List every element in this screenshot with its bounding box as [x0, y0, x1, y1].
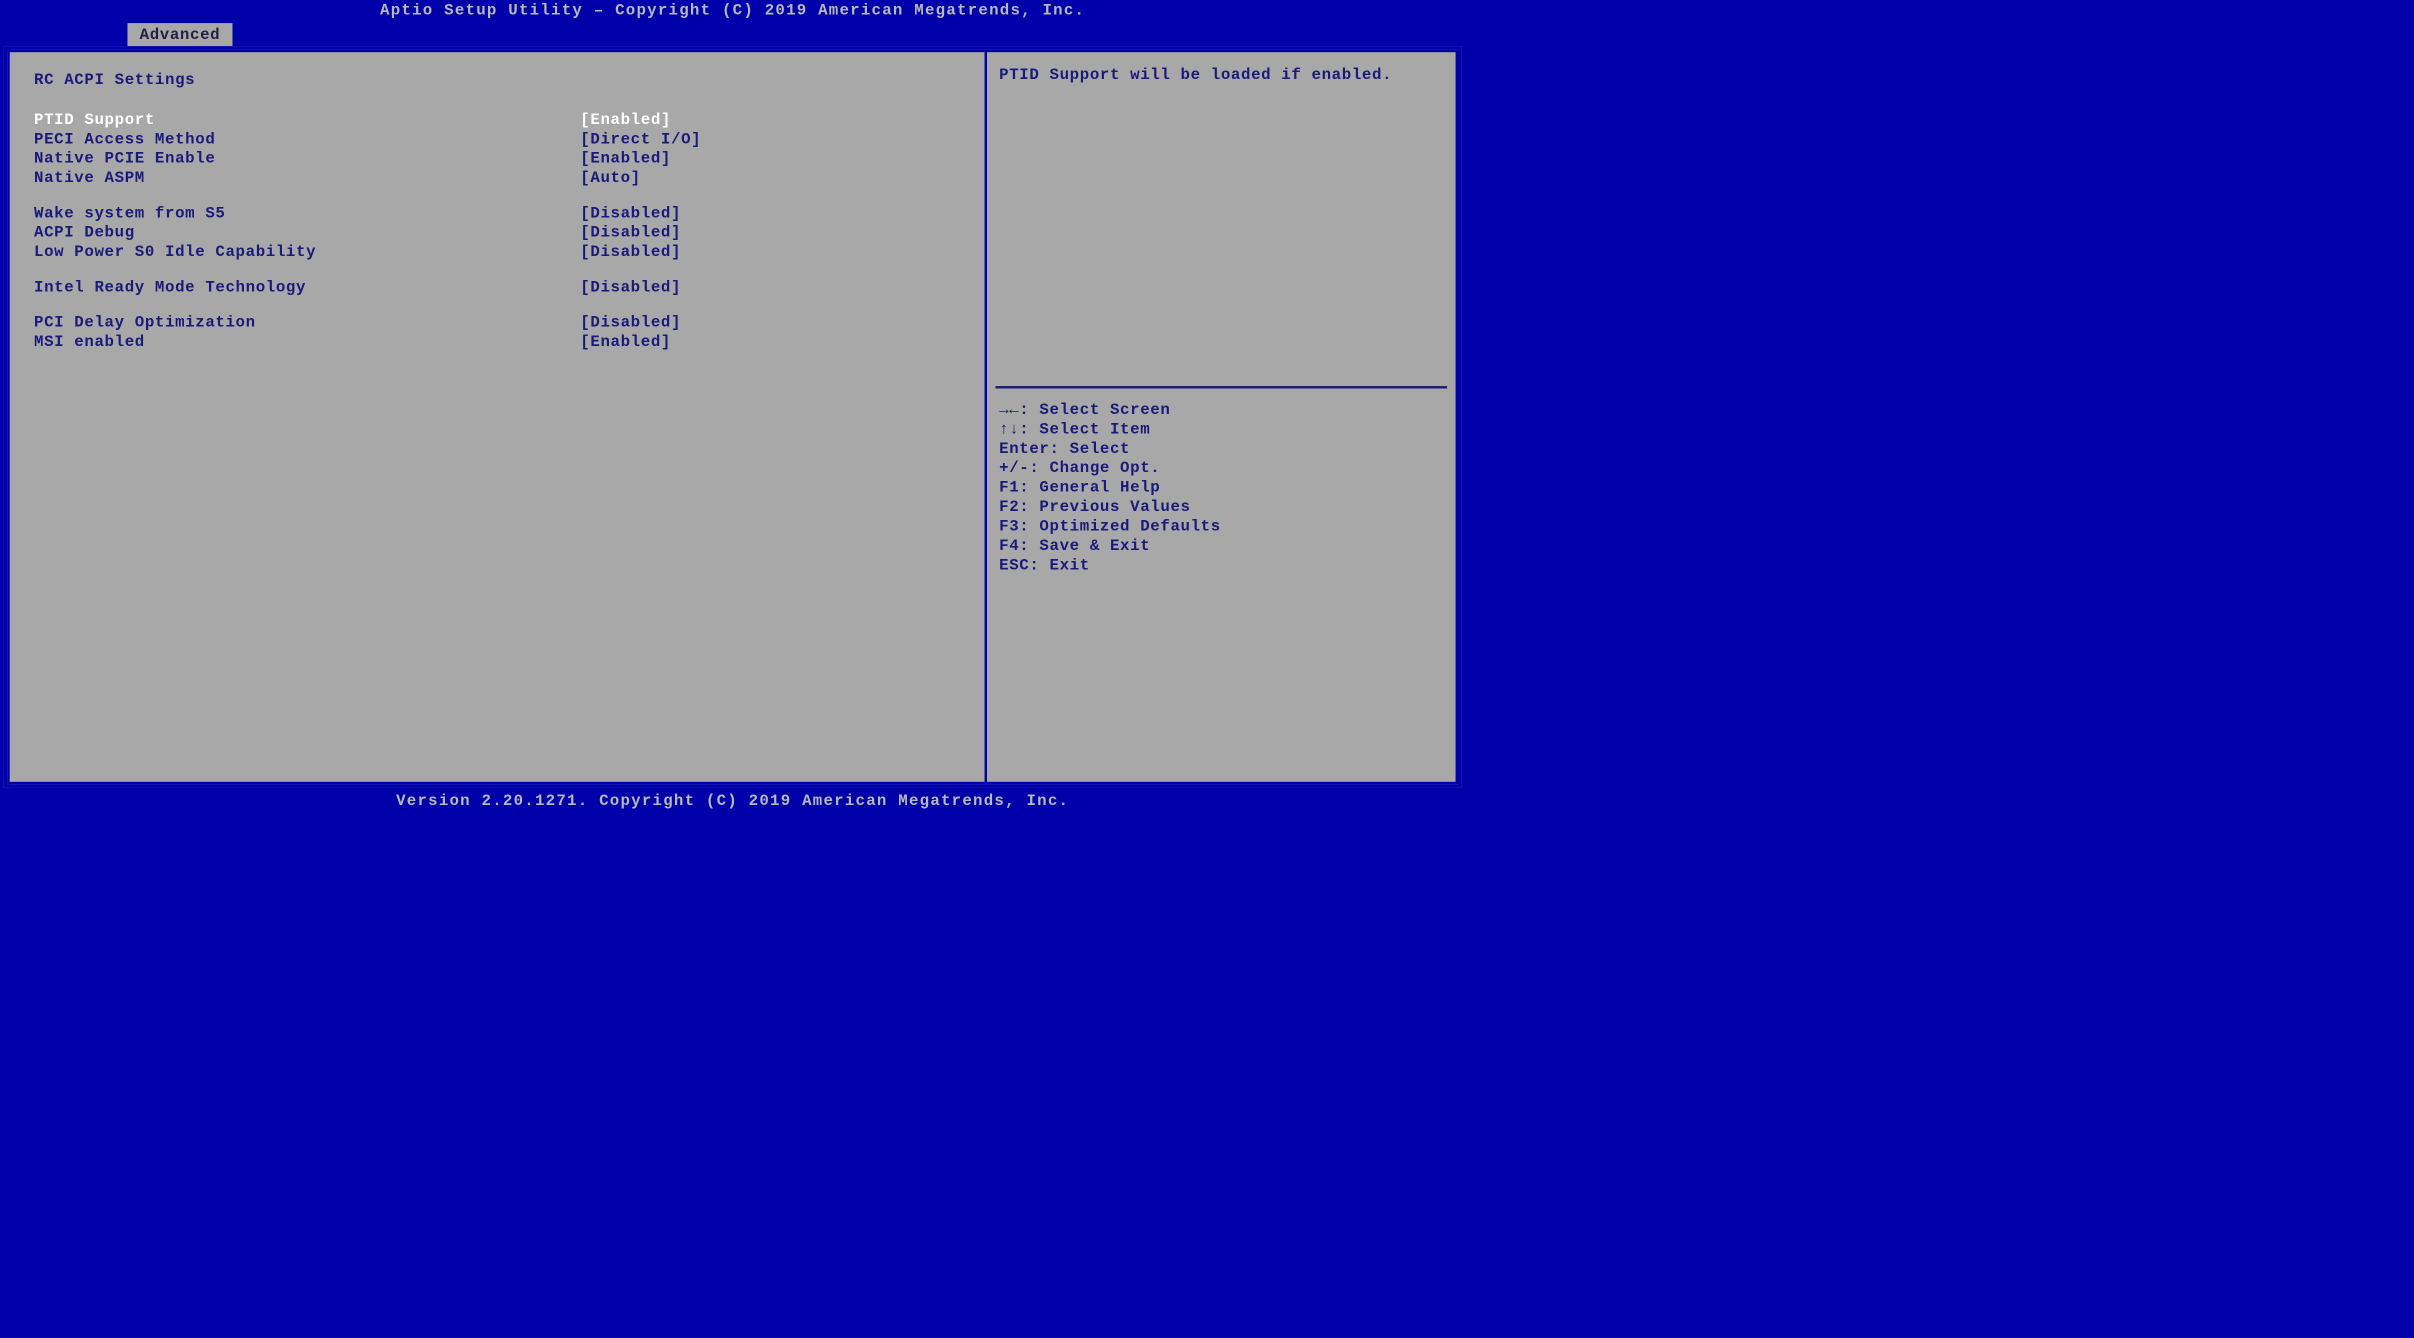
- settings-panel: RC ACPI Settings PTID Support[Enabled]PE…: [7, 50, 984, 784]
- key-help-line: F2: Previous Values: [999, 498, 1443, 516]
- setting-label: Native ASPM: [34, 169, 580, 187]
- setting-label: PECI Access Method: [34, 130, 580, 148]
- tab-advanced[interactable]: Advanced: [127, 23, 232, 46]
- setting-row[interactable]: MSI enabled[Enabled]: [34, 333, 960, 351]
- section-title: RC ACPI Settings: [34, 70, 960, 88]
- setting-label: MSI enabled: [34, 333, 580, 351]
- setting-row[interactable]: Low Power S0 Idle Capability[Disabled]: [34, 243, 960, 261]
- setting-value[interactable]: [Disabled]: [580, 243, 960, 261]
- main-area: RC ACPI Settings PTID Support[Enabled]PE…: [4, 46, 1462, 788]
- key-help: →←: Select Screen↑↓: Select ItemEnter: S…: [987, 388, 1456, 781]
- tab-bar: Advanced: [0, 23, 1465, 46]
- key-help-line: F4: Save & Exit: [999, 537, 1443, 555]
- key-help-line: F1: General Help: [999, 478, 1443, 496]
- setting-row[interactable]: PCI Delay Optimization[Disabled]: [34, 313, 960, 331]
- setting-label: PCI Delay Optimization: [34, 313, 580, 331]
- footer-version: Version 2.20.1271. Copyright (C) 2019 Am…: [0, 788, 1465, 812]
- setting-spacer: [34, 188, 960, 204]
- setting-row[interactable]: ACPI Debug[Disabled]: [34, 223, 960, 241]
- key-help-line: F3: Optimized Defaults: [999, 517, 1443, 535]
- setting-label: Wake system from S5: [34, 204, 580, 222]
- setting-value[interactable]: [Disabled]: [580, 204, 960, 222]
- setting-spacer: [34, 297, 960, 313]
- right-panel: PTID Support will be loaded if enabled. …: [985, 50, 1458, 784]
- setting-value[interactable]: [Disabled]: [580, 278, 960, 296]
- setting-row[interactable]: PECI Access Method[Direct I/O]: [34, 130, 960, 148]
- setting-label: Native PCIE Enable: [34, 149, 580, 167]
- setting-row[interactable]: Native ASPM[Auto]: [34, 169, 960, 187]
- key-help-line: ↑↓: Select Item: [999, 420, 1443, 438]
- setting-label: ACPI Debug: [34, 223, 580, 241]
- setting-row[interactable]: Intel Ready Mode Technology[Disabled]: [34, 278, 960, 296]
- setting-value[interactable]: [Disabled]: [580, 313, 960, 331]
- setting-value[interactable]: [Enabled]: [580, 333, 960, 351]
- key-help-line: ESC: Exit: [999, 556, 1443, 574]
- help-text: PTID Support will be loaded if enabled.: [987, 52, 1456, 386]
- key-help-line: +/-: Change Opt.: [999, 459, 1443, 477]
- setting-value[interactable]: [Enabled]: [580, 110, 960, 128]
- setting-value[interactable]: [Direct I/O]: [580, 130, 960, 148]
- setting-value[interactable]: [Auto]: [580, 169, 960, 187]
- bios-root: Aptio Setup Utility – Copyright (C) 2019…: [0, 0, 1465, 812]
- key-help-line: Enter: Select: [999, 439, 1443, 457]
- setting-label: Low Power S0 Idle Capability: [34, 243, 580, 261]
- key-help-line: →←: Select Screen: [999, 401, 1443, 419]
- setting-row[interactable]: Native PCIE Enable[Enabled]: [34, 149, 960, 167]
- setting-value[interactable]: [Disabled]: [580, 223, 960, 241]
- header-title: Aptio Setup Utility – Copyright (C) 2019…: [0, 0, 1465, 23]
- setting-spacer: [34, 262, 960, 278]
- setting-label: Intel Ready Mode Technology: [34, 278, 580, 296]
- setting-label: PTID Support: [34, 110, 580, 128]
- settings-list: PTID Support[Enabled]PECI Access Method[…: [34, 110, 960, 350]
- setting-row[interactable]: PTID Support[Enabled]: [34, 110, 960, 128]
- setting-value[interactable]: [Enabled]: [580, 149, 960, 167]
- setting-row[interactable]: Wake system from S5[Disabled]: [34, 204, 960, 222]
